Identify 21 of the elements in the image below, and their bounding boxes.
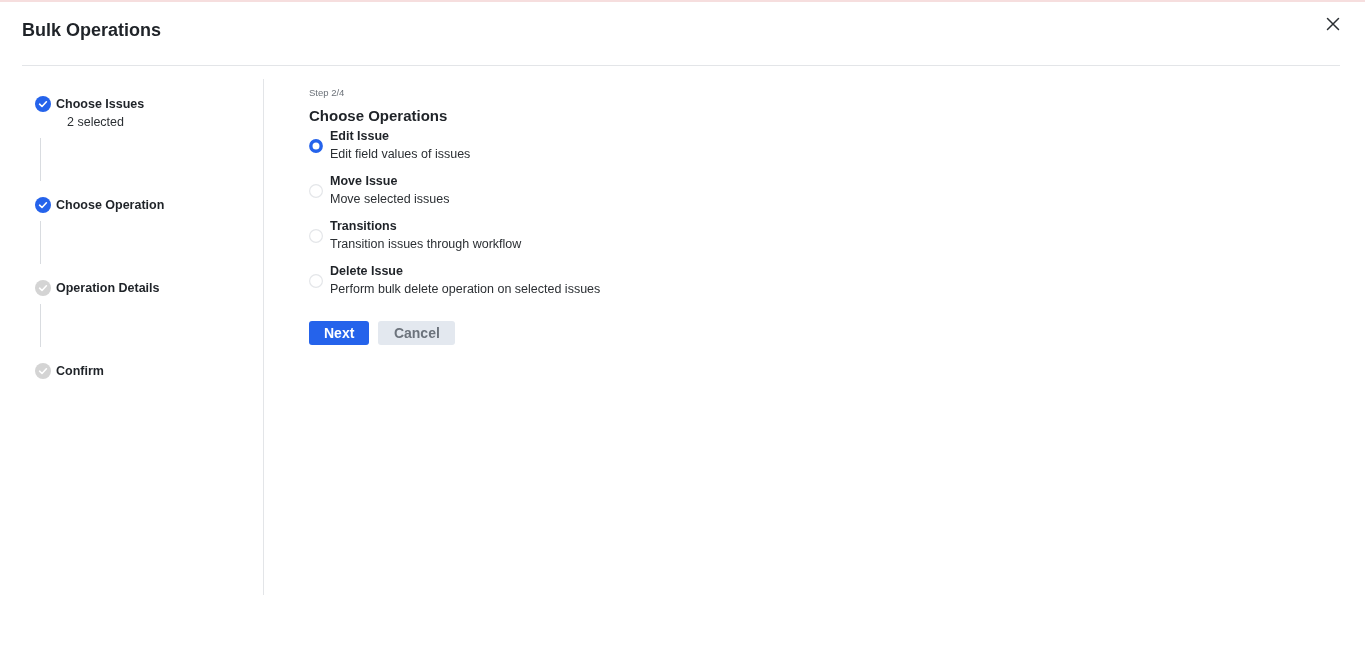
step-label: Confirm xyxy=(56,364,104,378)
option-description: Transition issues through workflow xyxy=(330,236,522,253)
option-title: Transitions xyxy=(330,218,397,235)
close-icon xyxy=(1326,17,1340,31)
option-title: Move Issue xyxy=(330,173,398,190)
step-label: Choose Issues xyxy=(56,97,145,111)
option-description: Perform bulk delete operation on selected issues xyxy=(330,281,601,298)
close-button[interactable] xyxy=(1326,17,1340,31)
option-description: Edit field values of issues xyxy=(330,146,471,163)
step-indicator: Step 2/4 xyxy=(309,87,345,98)
step-note: 2 selected xyxy=(67,115,124,129)
option-title: Edit Issue xyxy=(330,128,390,145)
option-title: Delete Issue xyxy=(330,263,403,280)
dialog-title: Bulk Operations xyxy=(22,20,162,41)
next-button[interactable]: Next xyxy=(309,321,370,345)
option-description: Move selected issues xyxy=(330,191,450,208)
cancel-button[interactable]: Cancel xyxy=(378,321,456,345)
step-label: Operation Details xyxy=(56,281,160,295)
section-heading: Choose Operations xyxy=(309,107,448,124)
radio-button[interactable] xyxy=(309,139,323,153)
step-label: Choose Operation xyxy=(56,198,165,212)
